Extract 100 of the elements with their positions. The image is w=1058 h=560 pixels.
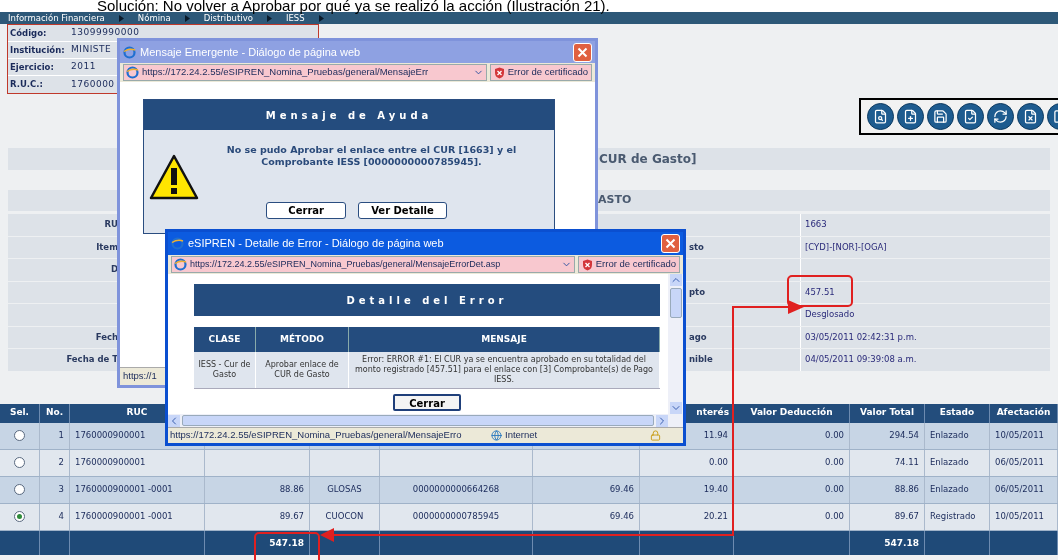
column-header: Estado	[939, 406, 975, 420]
certificate-error-button[interactable]: Error de certificado	[489, 64, 592, 81]
browser-icon	[174, 258, 187, 271]
address-field[interactable]: https://172.24.2.55/eSIPREN_Nomina_Pruebas/general/MensajeErr	[123, 64, 487, 81]
breadcrumb-link[interactable]: Nómina	[137, 13, 171, 23]
radio-button[interactable]	[14, 457, 25, 468]
table-cell-text: Aprobar enlace de CUR de Gasto	[264, 360, 340, 380]
breadcrumb-link[interactable]: Información Financiera	[8, 13, 105, 23]
info-value: 13099990000	[71, 26, 140, 40]
globe-icon	[491, 430, 502, 441]
info-value: 1760000	[71, 77, 115, 91]
info-value: 2011	[71, 60, 96, 74]
field-label: D	[110, 264, 118, 275]
document-check-icon	[963, 109, 978, 124]
column-header: CLASE	[208, 332, 241, 346]
table-cell: 0.00	[825, 456, 844, 469]
info-label: R.U.C.:	[9, 78, 44, 91]
column-header: Sel.	[9, 406, 30, 420]
info-label: Ejercicio:	[9, 60, 55, 74]
column-header: Valor Total	[860, 406, 914, 420]
column-header: MÉTODO	[280, 332, 324, 346]
table-cell: 69.46	[609, 510, 634, 523]
close-dialog-button[interactable]: Cerrar	[393, 394, 461, 411]
table-cell: 0.00	[825, 510, 844, 523]
toolbar-button[interactable]	[927, 103, 954, 130]
window-title: Mensaje Emergente - Diálogo de página web	[140, 44, 362, 60]
field-value: 03/05/2011 02:42:31 p.m.	[805, 331, 917, 342]
table-cell: 88.86	[894, 483, 919, 496]
dialog-button[interactable]: Ver Detalle	[358, 202, 447, 219]
close-button[interactable]	[661, 234, 680, 253]
scroll-thumb[interactable]	[182, 415, 654, 426]
field-label: sto	[689, 240, 704, 254]
message-text: No se pudo Aprobar el enlace entre el CUR [1663] y el Comprobante IESS [0000000000785945].	[225, 144, 518, 168]
save-icon	[933, 109, 948, 124]
column-header: No.	[45, 406, 64, 420]
toolbar-button[interactable]	[957, 103, 984, 130]
scroll-down-icon[interactable]	[669, 402, 682, 414]
add-document-icon	[903, 109, 918, 124]
table-cell: Enlazado	[930, 483, 969, 496]
certificate-error-button[interactable]: Error de certificado	[577, 256, 680, 273]
field-label: ago	[689, 330, 707, 344]
radio-button[interactable]	[14, 511, 25, 522]
toolbar-button[interactable]	[897, 103, 924, 130]
table-cell: 11.94	[703, 429, 728, 442]
status-text: https://1	[123, 369, 157, 384]
table-cell: 1	[58, 429, 64, 442]
table-cell: 0000000000664268	[412, 483, 500, 496]
close-icon	[665, 238, 676, 249]
column-header: Afectación	[996, 406, 1051, 420]
close-icon	[577, 46, 588, 58]
scroll-up-icon[interactable]	[669, 274, 682, 286]
close-button[interactable]	[573, 42, 592, 62]
table-cell: 3	[58, 483, 64, 496]
table-cell: 10/05/2011	[995, 510, 1044, 523]
column-header: RUC	[126, 406, 148, 420]
table-cell-text: IESS - Cur de Gasto	[197, 360, 252, 380]
dialog-button[interactable]: Cerrar	[266, 202, 347, 219]
separator-icon	[184, 14, 190, 22]
field-value: [CYD]-[NOR]-[OGA]	[805, 241, 887, 252]
separator-icon	[266, 14, 272, 22]
table-cell: 74.11	[894, 456, 919, 469]
vertical-scrollbar[interactable]	[668, 274, 683, 414]
table-cell: 06/05/2011	[995, 456, 1044, 469]
radio-button[interactable]	[14, 430, 25, 441]
table-cell: 69.46	[609, 483, 634, 496]
refresh-icon	[993, 109, 1008, 124]
table-cell: 4	[58, 510, 64, 523]
separator-icon	[318, 14, 324, 22]
table-cell: 2	[58, 456, 64, 469]
scroll-left-icon[interactable]	[168, 414, 180, 427]
status-text: https://172.24.2.55/eSIPREN_Nomina_Pruebas/general/MensajeErro	[170, 428, 463, 443]
toolbar-button[interactable]	[987, 103, 1014, 130]
field-value: 1663	[805, 219, 827, 230]
highlight-frame	[254, 532, 320, 560]
horizontal-scrollbar[interactable]	[168, 414, 683, 427]
radio-button[interactable]	[14, 484, 25, 495]
table-cell: 0.00	[825, 429, 844, 442]
table-cell: 0000000000785945	[412, 510, 500, 523]
table-cell-text: Error: ERROR #1: El CUR ya se encuentra aprobado en su totalidad del monto registrado [457.51] para el enlace con [3] Comprobante(s) de Pago IESS.	[354, 355, 654, 385]
table-cell: 1760000900001 -0001	[75, 510, 173, 523]
browser-icon	[171, 237, 184, 250]
table-cell: 0.00	[825, 483, 844, 496]
toolbar-button[interactable]	[867, 103, 894, 130]
field-label: Fech	[95, 331, 118, 342]
scroll-right-icon[interactable]	[656, 414, 668, 427]
total-cell: 547.18	[269, 537, 304, 548]
table-cell: 19.40	[703, 483, 728, 496]
field-value: 04/05/2011 09:39:08 a.m.	[805, 354, 917, 365]
field-label: nible	[689, 353, 713, 367]
detail-heading: Detalle del Error	[346, 293, 508, 308]
delete-document-icon	[1023, 109, 1038, 124]
lock-icon	[650, 430, 661, 441]
toolbar-button[interactable]	[1017, 103, 1044, 130]
address-field[interactable]: https://172.24.2.55/eSIPREN_Nomina_Pruebas/general/MensajeErrorDet.asp	[171, 256, 575, 273]
table-cell: CUOCON	[325, 510, 364, 523]
breadcrumb-link[interactable]: Distributivo	[203, 13, 253, 23]
zone-text: Internet	[505, 428, 539, 443]
scroll-thumb[interactable]	[669, 288, 682, 318]
shield-icon	[581, 258, 593, 271]
info-value: MINISTE	[71, 43, 112, 57]
